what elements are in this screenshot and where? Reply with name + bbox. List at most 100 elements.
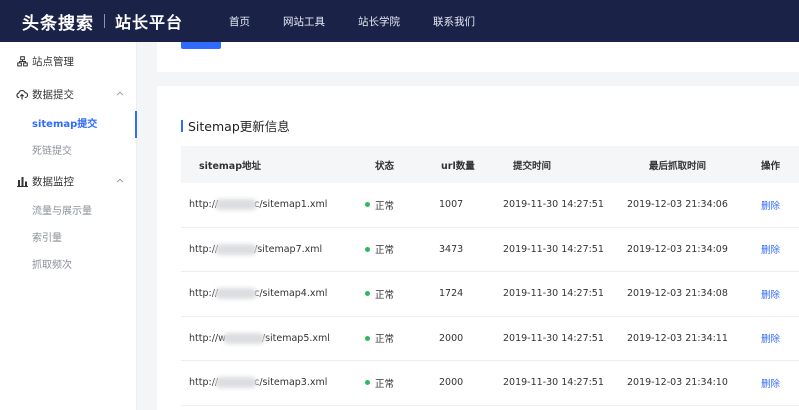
sitemap-url: http:// c/sitemap4.xml [181,288,351,300]
url-prefix: http:// [189,288,219,300]
url-count: 1007 [439,199,464,211]
chevron-up-icon [116,176,124,186]
url-suffix: /sitemap5.xml [261,332,330,344]
sitemap-info-panel: Sitemap更新信息 sitemap地址 状态 url数量 提交时间 最后抓取… [157,86,799,410]
sidebar-item-crawl-frequency[interactable]: 抓取频次 [0,252,136,279]
sidebar-item-sitemap-submit[interactable]: sitemap提交 [0,111,137,138]
url-suffix: /sitemap7.xml [254,243,323,255]
status-cell: 正常 [351,242,429,256]
submit-time: 2019-11-30 14:27:51 [503,288,604,300]
redacted-blur [215,288,258,300]
sidebar-item-deadlink-submit[interactable]: 死链提交 [0,138,136,165]
url-prefix: http:// [189,243,219,255]
chevron-up-icon [116,89,124,99]
table-row: http:// c/sitemap4.xml 正常 1724 2019-11-30… [181,272,799,317]
sidebar-group-label: 数据监控 [32,176,74,188]
brand-separator [104,14,105,28]
url-count: 2000 [439,332,464,344]
status-cell: 正常 [351,331,429,345]
status-dot-icon [365,335,370,341]
status-dot-icon [365,202,370,208]
bar-chart-icon [16,176,28,188]
section-title-text: Sitemap更新信息 [188,119,290,134]
url-count: 3473 [439,243,464,255]
sidebar-group-label: 站点管理 [32,56,74,68]
status-text: 正常 [375,334,395,346]
table-row: http:// /sitemap7.xml 正常 3473 2019-11-30 … [181,228,799,272]
status-text: 正常 [375,289,395,301]
redacted-blur [215,199,258,211]
last-crawl-time: 2019-12-03 21:34:08 [627,288,728,300]
last-crawl-time: 2019-12-03 21:34:06 [627,199,728,211]
delete-link[interactable]: 删除 [747,198,799,212]
status-dot-icon [365,380,370,386]
delete-link[interactable]: 删除 [747,242,799,256]
header-action: 操作 [761,160,781,172]
last-crawl-time: 2019-12-03 21:34:10 [627,377,728,389]
nav-contact[interactable]: 联系我们 [433,14,475,29]
main-nav: 首页 网站工具 站长学院 联系我们 [229,14,508,29]
sitemap-icon [16,56,28,68]
brand-logo[interactable]: 头条搜索 站长平台 [22,9,183,34]
table-row: http://w/sitemap5.xml 正常 2000 2019-11-30… [181,317,799,361]
submit-time: 2019-11-30 14:27:51 [503,332,604,344]
status-text: 正常 [375,200,395,212]
sitemap-url: http:// c/sitemap1.xml [181,199,351,211]
nav-site-tools[interactable]: 网站工具 [283,14,325,29]
status-cell: 正常 [351,287,429,301]
header-url-count: url数量 [441,160,475,172]
section-title: Sitemap更新信息 [181,116,290,135]
status-text: 正常 [375,245,395,257]
top-navbar: 头条搜索 站长平台 首页 网站工具 站长学院 联系我们 [0,0,799,42]
nav-home[interactable]: 首页 [229,14,250,29]
delete-link[interactable]: 删除 [747,376,799,390]
header-sitemap-url: sitemap地址 [199,160,262,172]
redacted-blur [215,377,258,389]
url-count: 1724 [439,288,464,300]
sidebar-group-data-submit[interactable]: 数据提交 [0,78,136,111]
submit-panel [157,42,799,72]
redacted-blur [222,332,265,344]
url-suffix: c/sitemap4.xml [254,288,328,300]
brand-main-text: 头条搜索 [22,13,94,34]
status-text: 正常 [375,378,395,390]
sitemap-url: http:// /sitemap7.xml [181,243,351,255]
url-count: 2000 [439,377,464,389]
url-suffix: c/sitemap1.xml [254,199,328,211]
status-dot-icon [365,291,370,297]
submit-button[interactable] [181,42,221,49]
sidebar-item-traffic[interactable]: 流量与展示量 [0,198,136,225]
sitemap-table: sitemap地址 状态 url数量 提交时间 最后抓取时间 操作 http:/… [181,146,799,406]
delete-link[interactable]: 删除 [747,331,799,345]
url-suffix: c/sitemap3.xml [254,377,328,389]
delete-link[interactable]: 删除 [747,287,799,301]
redacted-blur [215,243,258,255]
sidebar-group-site-management[interactable]: 站点管理 [0,45,136,78]
header-status: 状态 [375,160,395,172]
sidebar-group-data-monitor[interactable]: 数据监控 [0,165,136,198]
status-cell: 正常 [351,198,429,212]
submit-time: 2019-11-30 14:27:51 [503,243,604,255]
header-last-crawl-time: 最后抓取时间 [649,160,707,172]
sitemap-url: http:// c/sitemap3.xml [181,377,351,389]
sidebar-group-label: 数据提交 [32,89,74,101]
cloud-upload-icon [16,89,28,101]
url-prefix: http://w [189,332,226,344]
table-row: http:// c/sitemap1.xml 正常 1007 2019-11-30… [181,183,799,228]
sitemap-url: http://w/sitemap5.xml [181,332,351,344]
sidebar: 站点管理 数据提交 sitemap提交 死链提交 数据监控 流量与展示量 索引量… [0,42,137,410]
last-crawl-time: 2019-12-03 21:34:11 [627,332,728,344]
submit-time: 2019-11-30 14:27:51 [503,377,604,389]
url-prefix: http:// [189,377,219,389]
table-header: sitemap地址 状态 url数量 提交时间 最后抓取时间 操作 [181,146,799,183]
last-crawl-time: 2019-12-03 21:34:09 [627,243,728,255]
title-accent-bar [181,119,183,132]
status-cell: 正常 [351,376,429,390]
sidebar-item-index-count[interactable]: 索引量 [0,225,136,252]
status-dot-icon [365,246,370,252]
table-row: http:// c/sitemap3.xml 正常 2000 2019-11-30… [181,361,799,406]
submit-time: 2019-11-30 14:27:51 [503,199,604,211]
brand-sub-text: 站长平台 [115,13,184,32]
nav-academy[interactable]: 站长学院 [358,14,400,29]
header-submit-time: 提交时间 [513,160,552,172]
